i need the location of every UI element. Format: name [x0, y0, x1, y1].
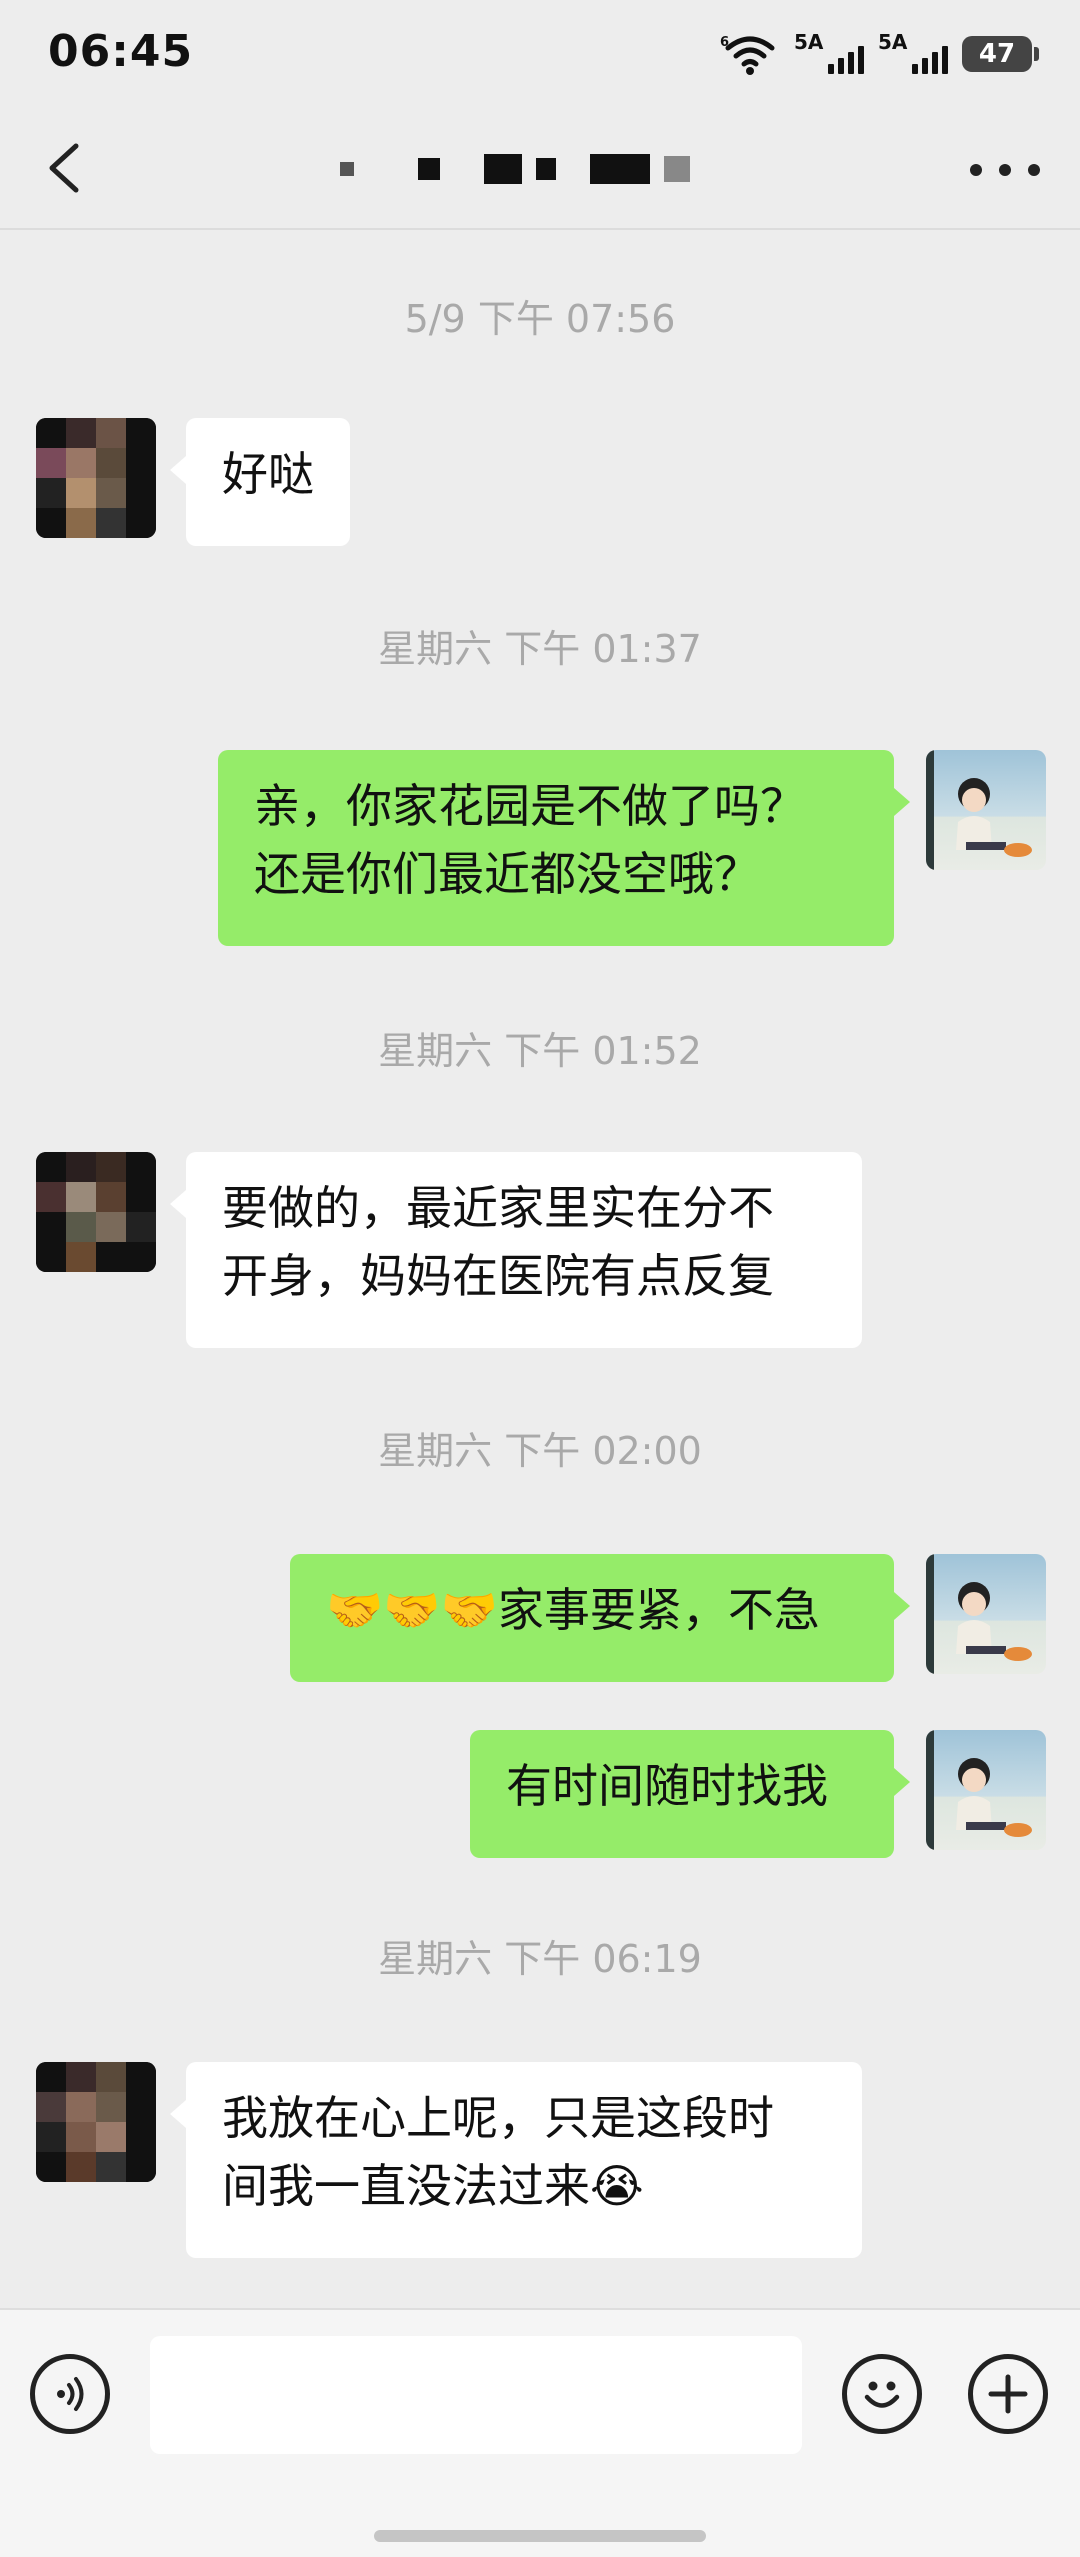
battery-icon: 47	[962, 36, 1039, 72]
emoji-button[interactable]	[842, 2354, 922, 2434]
battery-level: 47	[978, 39, 1016, 69]
incoming-message-bubble[interactable]: 我放在心上呢，只是这段时 间我一直没法过来😭	[170, 2062, 862, 2258]
message-input[interactable]	[150, 2336, 802, 2454]
home-indicator[interactable]	[374, 2530, 706, 2542]
my-avatar[interactable]	[926, 1554, 1046, 1674]
contact-avatar[interactable]	[36, 1152, 156, 1272]
timestamp: 星期六 下午 01:37	[378, 627, 702, 671]
message-text: 还是你们最近都没空哦？	[254, 847, 760, 901]
voice-icon	[57, 2377, 84, 2411]
plus-icon	[988, 2374, 1028, 2414]
chat-header	[0, 106, 1080, 230]
svg-text:6: 6	[720, 35, 729, 50]
message-text: 开身，妈妈在医院有点反复	[222, 1249, 774, 1303]
signal-strength-1-icon: 5A	[794, 30, 864, 76]
chevron-left-icon	[49, 143, 79, 193]
message-text: 🤝🤝🤝家事要紧，不急	[326, 1583, 820, 1637]
chat-message-list[interactable]: 5/9 下午 07:56 好哒 星期六 下午 01:37 亲，你家花园是不做了吗…	[0, 232, 1080, 2302]
status-icons: 6 5A 5A 47	[720, 30, 1039, 78]
back-button[interactable]	[36, 136, 96, 200]
outgoing-message-bubble[interactable]: 有时间随时找我	[470, 1730, 910, 1858]
timestamp: 星期六 下午 06:19	[378, 1937, 702, 1981]
message-text: 好哒	[222, 447, 314, 501]
my-avatar[interactable]	[926, 1730, 1046, 1850]
voice-button[interactable]	[30, 2354, 110, 2434]
contact-name-redacted	[340, 144, 740, 194]
outgoing-message-bubble[interactable]: 亲，你家花园是不做了吗？ 还是你们最近都没空哦？	[218, 750, 910, 946]
incoming-message-bubble[interactable]: 要做的，最近家里实在分不 开身，妈妈在医院有点反复	[170, 1152, 862, 1348]
incoming-message-bubble[interactable]: 好哒	[170, 418, 350, 546]
plus-button[interactable]	[968, 2354, 1048, 2434]
message-text: 亲，你家花园是不做了吗？	[254, 779, 806, 833]
wifi-icon: 6	[720, 32, 780, 76]
timestamp: 星期六 下午 01:52	[378, 1029, 702, 1073]
more-dots-icon	[970, 164, 982, 176]
emoji-icon	[864, 2381, 900, 2408]
my-avatar[interactable]	[926, 750, 1046, 870]
message-text: 要做的，最近家里实在分不	[222, 1181, 774, 1235]
more-options-button[interactable]	[970, 142, 1040, 198]
timestamp: 5/9 下午 07:56	[404, 297, 676, 341]
message-text: 有时间随时找我	[506, 1759, 828, 1813]
message-text: 间我一直没法过来😭	[222, 2159, 644, 2213]
status-time: 06:45	[48, 26, 194, 77]
timestamp: 星期六 下午 02:00	[378, 1429, 702, 1473]
status-bar: 06:45 6 5A 5A 47	[0, 0, 1080, 106]
input-bar	[0, 2308, 1080, 2557]
contact-avatar[interactable]	[36, 418, 156, 538]
message-text: 我放在心上呢，只是这段时	[222, 2091, 774, 2145]
outgoing-message-bubble[interactable]: 🤝🤝🤝家事要紧，不急	[290, 1554, 910, 1682]
signal-strength-2-icon: 5A	[878, 30, 948, 76]
contact-avatar[interactable]	[36, 2062, 156, 2182]
